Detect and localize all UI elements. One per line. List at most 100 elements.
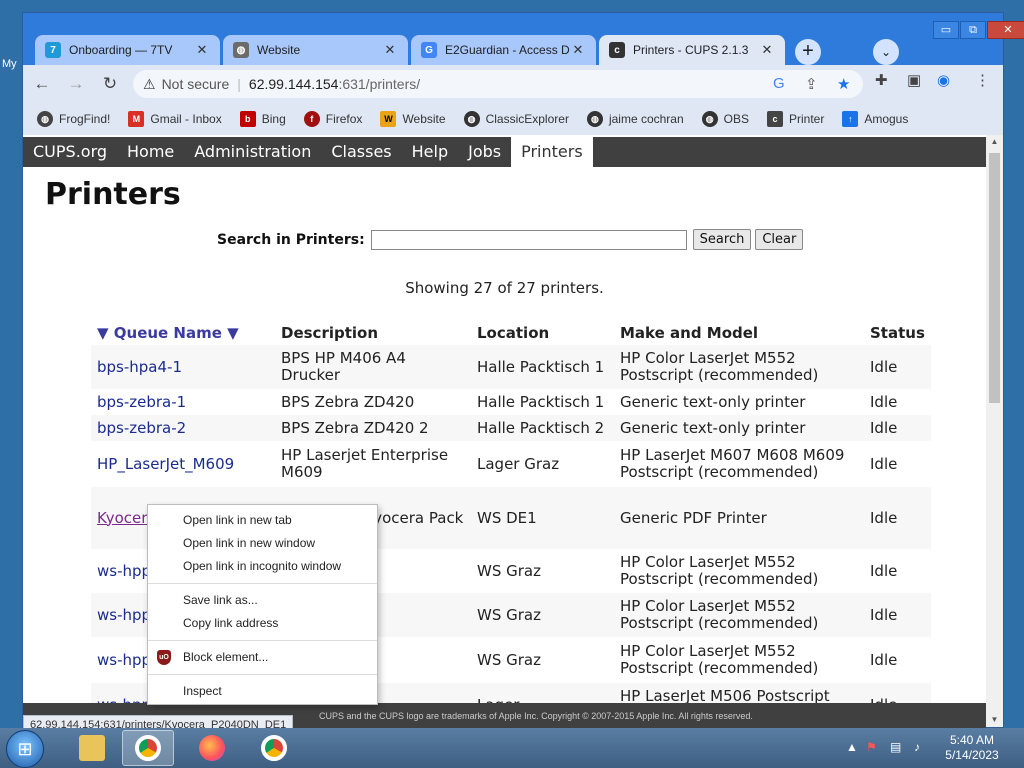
bookmark-amogus[interactable]: ↑ Amogus (842, 111, 908, 127)
warning-icon[interactable]: ⚠ (143, 76, 156, 93)
menu-copy-link[interactable]: Copy link address (148, 612, 377, 635)
queue-link[interactable]: ws-hpp (97, 606, 151, 624)
cups-icon: c (766, 111, 783, 127)
bookmark-website[interactable]: W Website (380, 111, 446, 127)
nav-printers[interactable]: Printers (511, 137, 593, 167)
bookmark-label: ClassicExplorer (485, 112, 569, 126)
location-cell: WS Graz (471, 637, 614, 683)
model-cell: HP Color LaserJet M552 Postscript (recom… (614, 549, 864, 593)
desktop-icon-label[interactable]: My (2, 58, 17, 70)
taskbar-firefox[interactable] (186, 730, 238, 766)
reload-icon[interactable]: ↻ (95, 69, 125, 99)
bookmark-gmail[interactable]: M Gmail - Inbox (128, 111, 222, 127)
restore-button[interactable]: ⧉ (960, 21, 986, 39)
address-bar[interactable]: ⚠ Not secure | 62.99.144.154 :631/printe… (133, 70, 863, 98)
nav-cups-org[interactable]: CUPS.org (23, 137, 117, 167)
page-scrollbar[interactable]: ▲ ▼ (986, 135, 1003, 727)
queue-link[interactable]: bps-zebra-1 (97, 393, 186, 411)
search-input[interactable] (370, 229, 687, 250)
bookmark-obs[interactable]: ◍ OBS (701, 111, 749, 127)
queue-link[interactable]: ws-hpp (97, 651, 151, 669)
nav-jobs[interactable]: Jobs (458, 137, 511, 167)
menu-open-new-window[interactable]: Open link in new window (148, 532, 377, 555)
scroll-down-icon[interactable]: ▼ (986, 713, 1003, 727)
menu-save-link[interactable]: Save link as... (148, 589, 377, 612)
extensions-icon[interactable]: ✚ (875, 71, 888, 89)
close-window-button[interactable]: ✕ (987, 21, 1024, 39)
status-cell: Idle (864, 415, 931, 441)
action-center-icon[interactable]: ⚑ (866, 740, 877, 754)
taskbar-chrome-active[interactable] (122, 730, 174, 766)
bookmark-firefox[interactable]: f Firefox (303, 111, 362, 127)
scroll-up-icon[interactable]: ▲ (986, 135, 1003, 149)
clear-button[interactable]: Clear (755, 229, 804, 250)
bookmark-frogfind[interactable]: ◍ FrogFind! (37, 111, 110, 127)
not-secure-label[interactable]: Not secure (162, 76, 230, 92)
side-panel-icon[interactable]: ▣ (907, 71, 921, 89)
nav-home[interactable]: Home (117, 137, 184, 167)
bookmarks-bar: ◍ FrogFind! M Gmail - Inbox b Bing f Firefox… (23, 103, 1003, 135)
new-tab-button[interactable]: + (795, 39, 821, 65)
tab-printers-cups[interactable]: c Printers - CUPS 2.1.3 ✕ (599, 35, 785, 65)
header-status: Status (870, 324, 925, 342)
queue-link[interactable]: ws-hpp (97, 562, 151, 580)
bookmark-label: Printer (788, 112, 825, 126)
system-clock[interactable]: 5:40 AM 5/14/2023 (940, 733, 1004, 763)
close-icon[interactable]: ✕ (194, 42, 210, 58)
taskbar-chrome[interactable] (248, 730, 300, 766)
nav-classes[interactable]: Classes (321, 137, 401, 167)
menu-open-new-tab[interactable]: Open link in new tab (148, 509, 377, 532)
queue-link[interactable]: bps-hpa4-1 (97, 358, 182, 376)
bookmark-label: OBS (723, 112, 749, 126)
model-cell: HP Color LaserJet M552 Postscript (recom… (614, 637, 864, 683)
queue-cell: bps-zebra-2 (91, 415, 275, 441)
network-icon[interactable]: ▤ (890, 740, 901, 754)
status-cell: Idle (864, 441, 931, 487)
back-icon[interactable]: ← (27, 69, 57, 99)
close-icon[interactable]: ✕ (382, 42, 398, 58)
profile-icon[interactable]: ◉ (937, 71, 950, 89)
cups-nav: CUPS.org Home Administration Classes Hel… (23, 137, 986, 167)
menu-open-incognito[interactable]: Open link in incognito window (148, 555, 377, 578)
header-queue-name[interactable]: ▼ Queue Name ▼ (91, 321, 275, 345)
nav-help[interactable]: Help (402, 137, 458, 167)
star-icon[interactable]: ★ (837, 75, 850, 93)
table-row: bps-hpa4-1 BPS HP M406 A4 Drucker Halle … (91, 345, 931, 389)
model-cell: HP LaserJet M607 M608 M609 Postscript (r… (614, 441, 864, 487)
queue-link[interactable]: bps-zebra-2 (97, 419, 186, 437)
status-cell: Idle (864, 549, 931, 593)
bookmark-jaime-cochran[interactable]: ◍ jaime cochran (586, 111, 684, 127)
volume-icon[interactable]: ♪ (914, 740, 920, 754)
search-button[interactable]: Search (692, 229, 752, 250)
minimize-button[interactable]: ▭ (933, 21, 959, 39)
queue-link[interactable]: HP_LaserJet_M609 (97, 455, 234, 473)
tab-e2guardian[interactable]: G E2Guardian - Access De ✕ (411, 35, 596, 65)
close-icon[interactable]: ✕ (570, 42, 586, 58)
chevron-down-icon[interactable]: ⌄ (873, 39, 899, 65)
nav-administration[interactable]: Administration (184, 137, 321, 167)
firefox-icon (199, 735, 225, 761)
bookmark-label: Website (402, 112, 446, 126)
queue-cell: HP_LaserJet_M609 (91, 441, 275, 487)
start-button[interactable]: ⊞ (6, 730, 44, 768)
google-lens-icon[interactable]: G (773, 75, 785, 92)
tab-onboarding[interactable]: 7 Onboarding — 7TV ✕ (35, 35, 220, 65)
location-cell: WS Graz (471, 549, 614, 593)
menu-block-element[interactable]: uO Block element... (148, 646, 377, 669)
share-icon[interactable]: ⇪ (805, 75, 818, 93)
forward-icon[interactable]: → (61, 69, 91, 99)
tab-website[interactable]: ◍ Website ✕ (223, 35, 408, 65)
menu-inspect[interactable]: Inspect (148, 680, 377, 703)
taskbar-explorer[interactable] (66, 730, 118, 766)
tab-title: Website (257, 43, 301, 57)
location-cell: Halle Packtisch 2 (471, 415, 614, 441)
tray-expand-icon[interactable]: ▲ (846, 740, 858, 754)
location-cell: WS Graz (471, 593, 614, 637)
bookmark-printer[interactable]: c Printer (766, 111, 825, 127)
close-icon[interactable]: ✕ (759, 42, 775, 58)
menu-icon[interactable]: ⋮ (975, 71, 990, 89)
model-cell: HP Color LaserJet M552 Postscript (recom… (614, 593, 864, 637)
scroll-thumb[interactable] (989, 153, 1000, 403)
bookmark-bing[interactable]: b Bing (239, 111, 286, 127)
bookmark-classicexplorer[interactable]: ◍ ClassicExplorer (463, 111, 569, 127)
